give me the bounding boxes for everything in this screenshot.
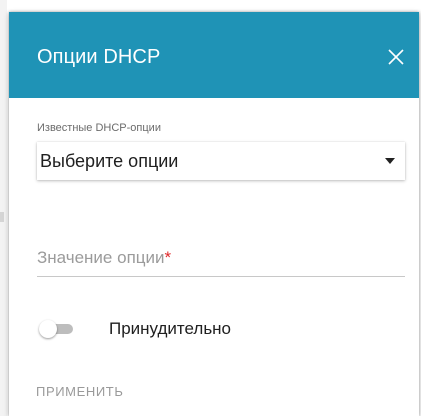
dhcp-options-dialog: Опции DHCP Известные DHCP-опции Выберите… <box>9 12 419 416</box>
toggle-thumb <box>39 320 57 338</box>
force-toggle-switch[interactable] <box>39 320 73 338</box>
close-icon[interactable] <box>385 46 407 68</box>
apply-button[interactable]: ПРИМЕНИТЬ <box>36 384 123 399</box>
option-value-input[interactable]: Значение опции* <box>37 246 405 277</box>
known-options-select[interactable]: Выберите опции <box>37 142 405 180</box>
known-options-selected-value: Выберите опции <box>40 151 179 171</box>
background-page-edge <box>0 0 7 416</box>
option-value-placeholder: Значение опции* <box>37 248 171 268</box>
known-options-group: Известные DHCP-опции Выберите опции <box>37 122 405 180</box>
known-options-label: Известные DHCP-опции <box>37 122 161 134</box>
dialog-header: Опции DHCP <box>9 12 419 98</box>
option-value-placeholder-text: Значение опции <box>37 248 165 267</box>
background-page-marker <box>0 212 4 222</box>
required-asterisk: * <box>164 248 172 267</box>
force-toggle-label: Принудительно <box>109 319 232 338</box>
caret-down-icon <box>385 158 395 164</box>
force-toggle-row: Принудительно <box>39 318 339 340</box>
dialog-title: Опции DHCP <box>37 46 161 68</box>
